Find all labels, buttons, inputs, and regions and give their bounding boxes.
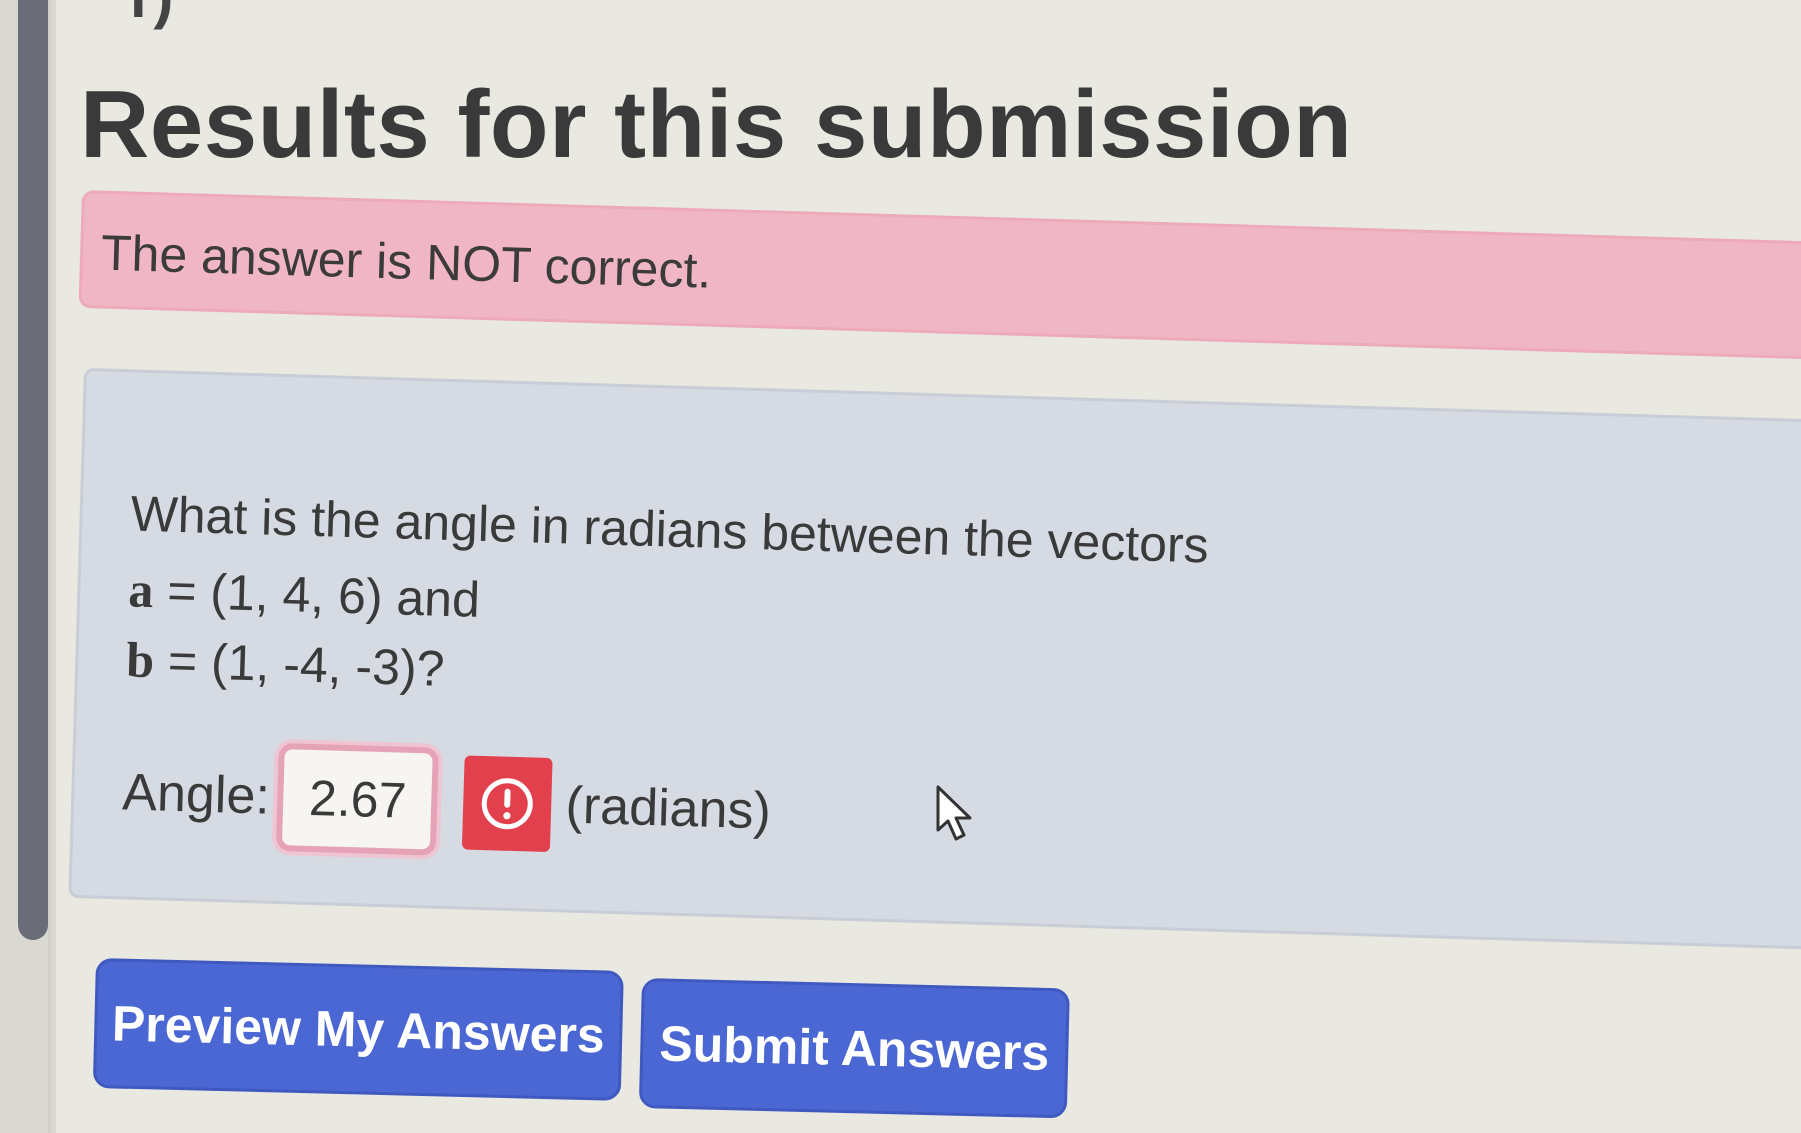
vector-a-line: a = (1, 4, 6) and <box>128 560 481 628</box>
vector-a-value: = (1, 4, 6) and <box>152 562 481 628</box>
submit-answers-button[interactable]: Submit Answers <box>638 978 1070 1119</box>
problem-panel: What is the angle in radians between the… <box>68 368 1801 950</box>
answer-label: Angle: <box>121 763 271 826</box>
units-label: (radians) <box>564 776 772 841</box>
vector-b-symbol: b <box>125 631 156 689</box>
exclamation-circle-icon <box>482 778 534 830</box>
scrollbar-thumb[interactable] <box>18 0 48 940</box>
vector-b-value: = (1, -4, -3)? <box>153 632 446 697</box>
answer-value: 2.67 <box>308 769 408 829</box>
alert-message: The answer is NOT correct. <box>100 224 713 299</box>
angle-answer-input[interactable]: 2.67 <box>276 742 440 856</box>
vector-a-symbol: a <box>127 561 155 619</box>
page-title: Results for this submission <box>80 71 1353 178</box>
preview-answers-button[interactable]: Preview My Answers <box>92 958 624 1101</box>
question-text: What is the angle in radians between the… <box>129 485 1210 574</box>
page: r) Results for this submission The answe… <box>0 0 1801 1133</box>
previous-heading-fragment: r) <box>130 0 173 31</box>
content-edge-divider <box>48 0 51 1133</box>
incorrect-answer-alert: The answer is NOT correct. <box>78 190 1801 361</box>
mouse-pointer-icon <box>936 785 972 841</box>
answer-row: Angle: 2.67 (radians) <box>121 742 772 861</box>
error-icon[interactable] <box>462 755 554 853</box>
vector-b-line: b = (1, -4, -3)? <box>126 630 446 697</box>
